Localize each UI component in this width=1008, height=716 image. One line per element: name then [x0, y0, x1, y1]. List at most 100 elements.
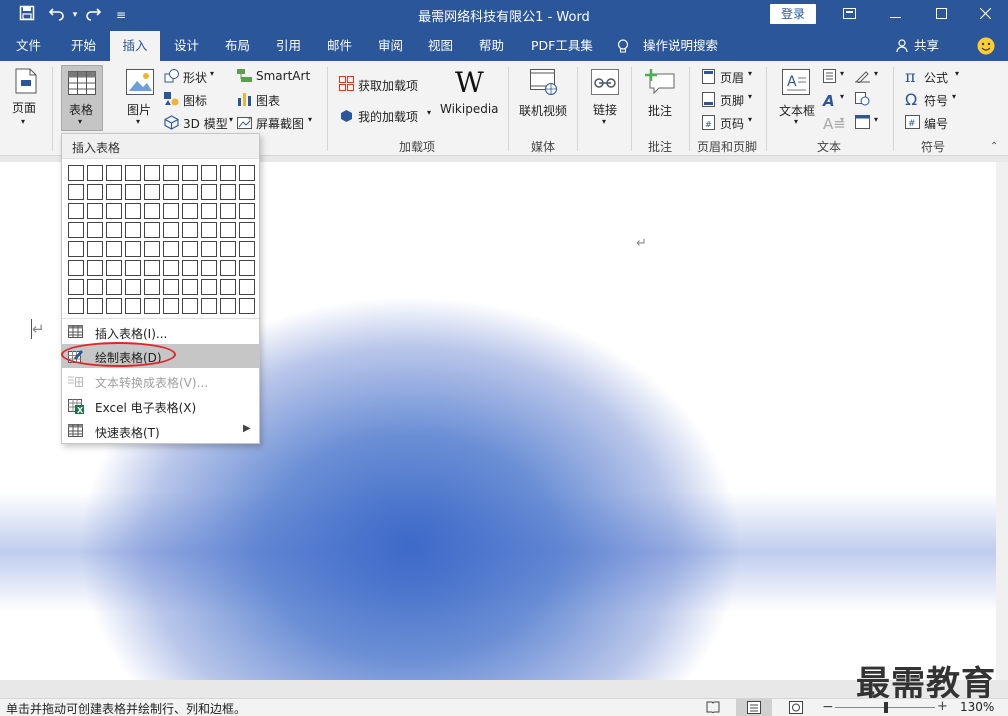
table-grid-cell[interactable] [220, 279, 236, 295]
table-grid-cell[interactable] [125, 260, 141, 276]
table-grid-cell[interactable] [220, 203, 236, 219]
tab-view[interactable]: 视图 [428, 31, 453, 61]
tab-home[interactable]: 开始 [71, 31, 96, 61]
table-grid-cell[interactable] [106, 203, 122, 219]
page-number-dropdown-icon[interactable]: ▾ [748, 115, 752, 124]
table-grid-cell[interactable] [239, 165, 255, 181]
table-grid-cell[interactable] [87, 279, 103, 295]
table-grid-cell[interactable] [201, 298, 217, 314]
table-grid-cell[interactable] [163, 222, 179, 238]
insert-table-item[interactable]: 插入表格(I)... [62, 320, 259, 344]
table-grid-cell[interactable] [125, 298, 141, 314]
table-grid-cell[interactable] [220, 298, 236, 314]
table-grid-cell[interactable] [239, 298, 255, 314]
close-icon[interactable] [962, 0, 1008, 31]
tab-help[interactable]: 帮助 [479, 31, 504, 61]
footer-button[interactable]: 页脚 [720, 92, 744, 109]
table-grid-cell[interactable] [163, 241, 179, 257]
tab-review[interactable]: 审阅 [378, 31, 403, 61]
my-addins-button[interactable]: 我的加载项 [358, 108, 418, 125]
tab-references[interactable]: 引用 [276, 31, 301, 61]
table-grid-cell[interactable] [144, 184, 160, 200]
table-grid-cell[interactable] [106, 165, 122, 181]
login-button[interactable]: 登录 [770, 4, 816, 24]
table-grid-cell[interactable] [182, 260, 198, 276]
equation-button[interactable]: 公式 [924, 69, 948, 86]
shapes-dropdown-icon[interactable]: ▾ [210, 69, 214, 78]
zoom-in-icon[interactable]: + [937, 699, 948, 714]
table-grid-cell[interactable] [144, 165, 160, 181]
tab-design[interactable]: 设计 [174, 31, 199, 61]
table-grid-cell[interactable] [182, 203, 198, 219]
table-grid-cell[interactable] [144, 260, 160, 276]
table-grid-cell[interactable] [144, 298, 160, 314]
tab-file[interactable]: 文件 [16, 31, 41, 61]
table-grid-cell[interactable] [87, 260, 103, 276]
table-grid-cell[interactable] [182, 222, 198, 238]
table-grid-cell[interactable] [220, 222, 236, 238]
table-grid-cell[interactable] [163, 203, 179, 219]
tab-layout[interactable]: 布局 [225, 31, 250, 61]
smartart-button[interactable]: SmartArt [256, 69, 310, 83]
table-grid-cell[interactable] [125, 222, 141, 238]
link-button[interactable]: 链接 [593, 101, 617, 118]
table-grid-cell[interactable] [182, 184, 198, 200]
tab-mailings[interactable]: 邮件 [327, 31, 352, 61]
table-grid-cell[interactable] [239, 260, 255, 276]
comment-button[interactable]: 批注 [648, 102, 672, 119]
tell-me-search[interactable]: 操作说明搜索 [643, 31, 718, 61]
table-grid-cell[interactable] [182, 279, 198, 295]
table-grid-cell[interactable] [239, 279, 255, 295]
3d-model-button[interactable]: 3D 模型 [183, 115, 228, 132]
table-grid-cell[interactable] [106, 260, 122, 276]
table-grid-cell[interactable] [201, 260, 217, 276]
shapes-button[interactable]: 形状 [183, 69, 207, 86]
table-grid-cell[interactable] [220, 241, 236, 257]
table-grid-cell[interactable] [201, 165, 217, 181]
table-grid-cell[interactable] [201, 222, 217, 238]
table-grid-cell[interactable] [239, 241, 255, 257]
tab-insert[interactable]: 插入 [110, 31, 160, 61]
read-mode-icon[interactable] [706, 701, 720, 716]
table-dropdown-icon[interactable]: ▾ [78, 117, 82, 126]
equation-dropdown-icon[interactable]: ▾ [955, 69, 959, 78]
table-grid-cell[interactable] [182, 241, 198, 257]
table-grid-cell[interactable] [87, 241, 103, 257]
table-grid-cell[interactable] [68, 241, 84, 257]
zoom-out-icon[interactable]: − [822, 699, 834, 715]
minimize-icon[interactable] [872, 0, 918, 31]
table-grid-cell[interactable] [68, 279, 84, 295]
table-grid-cell[interactable] [106, 241, 122, 257]
table-grid-cell[interactable] [163, 260, 179, 276]
table-grid-cell[interactable] [220, 260, 236, 276]
chart-button[interactable]: 图表 [256, 92, 280, 109]
table-grid-cell[interactable] [125, 203, 141, 219]
textbox-dropdown-icon[interactable]: ▾ [794, 117, 798, 126]
table-grid-cell[interactable] [201, 241, 217, 257]
table-grid-cell[interactable] [125, 279, 141, 295]
table-grid-cell[interactable] [239, 203, 255, 219]
my-addins-dropdown-icon[interactable]: ▾ [427, 108, 431, 117]
object-dropdown-icon[interactable]: ▾ [874, 115, 878, 124]
table-grid-cell[interactable] [182, 165, 198, 181]
ribbon-display-options-icon[interactable] [826, 0, 872, 31]
table-grid-cell[interactable] [125, 184, 141, 200]
tab-pdf-tools[interactable]: PDF工具集 [531, 31, 593, 61]
share-button[interactable]: 共享 [914, 31, 939, 61]
table-grid-cell[interactable] [163, 165, 179, 181]
screenshot-button[interactable]: 屏幕截图 [256, 115, 304, 132]
table-grid-cell[interactable] [163, 184, 179, 200]
smiley-feedback-icon[interactable] [977, 37, 995, 58]
table-grid-cell[interactable] [201, 184, 217, 200]
table-grid-cell[interactable] [125, 165, 141, 181]
header-dropdown-icon[interactable]: ▾ [748, 69, 752, 78]
pages-dropdown-icon[interactable]: ▾ [21, 117, 25, 126]
online-video-button[interactable]: 联机视频 [519, 102, 567, 119]
wikipedia-button[interactable]: Wikipedia [440, 102, 499, 116]
table-grid-cell[interactable] [144, 203, 160, 219]
table-grid-cell[interactable] [239, 222, 255, 238]
table-grid-cell[interactable] [68, 165, 84, 181]
table-grid-cell[interactable] [201, 279, 217, 295]
table-grid-cell[interactable] [87, 222, 103, 238]
symbol-dropdown-icon[interactable]: ▾ [952, 92, 956, 101]
